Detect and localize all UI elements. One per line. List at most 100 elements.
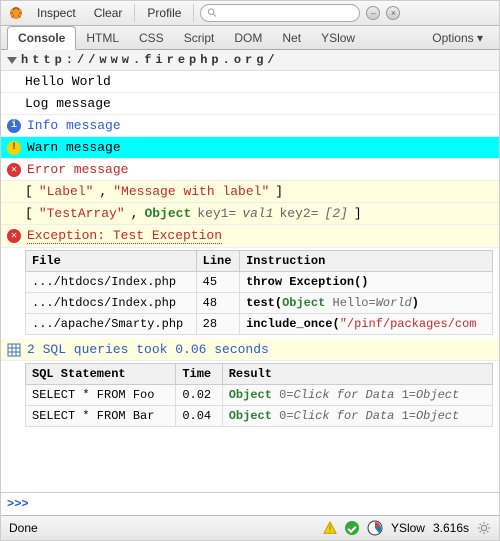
log-text: Log message: [25, 96, 111, 111]
key: key2=: [280, 206, 319, 221]
cell-file: .../htdocs/Index.php: [26, 293, 197, 314]
tab-bar: Console HTML CSS Script DOM Net YSlow Op…: [1, 26, 499, 50]
log-row-label[interactable]: [ "Label", "Message with label" ]: [1, 181, 499, 203]
cell-file: .../apache/Smarty.php: [26, 314, 197, 335]
cell-file: .../htdocs/Index.php: [26, 272, 197, 293]
search-input[interactable]: [218, 6, 353, 20]
cell-result[interactable]: Object 0=Click for Data 1=Object: [222, 385, 492, 406]
bracket: [: [25, 184, 33, 199]
cell-instr: test(Object Hello=World): [240, 293, 493, 314]
search-box[interactable]: [200, 4, 360, 22]
log-row-error[interactable]: ✕ Error message: [1, 159, 499, 181]
request-url-row[interactable]: http://www.firephp.org/: [1, 50, 499, 71]
cell-time: 0.02: [176, 385, 222, 406]
cell-stmt: SELECT * FROM Foo: [26, 385, 176, 406]
col-instruction: Instruction: [240, 251, 493, 272]
comma: ,: [99, 184, 107, 199]
status-bar: Done ! YSlow 3.616s: [1, 515, 499, 540]
table-header-row: SQL Statement Time Result: [26, 364, 493, 385]
tab-yslow[interactable]: YSlow: [311, 27, 365, 49]
bracket: ]: [354, 206, 362, 221]
tab-script[interactable]: Script: [174, 27, 225, 49]
col-file: File: [26, 251, 197, 272]
separator: [193, 4, 194, 22]
table-row[interactable]: SELECT * FROM Foo 0.02 Object 0=Click fo…: [26, 385, 493, 406]
cell-line: 48: [196, 293, 239, 314]
yslow-icon[interactable]: [367, 520, 383, 536]
toolbar: Inspect Clear Profile – ×: [1, 1, 499, 26]
log-row-exception[interactable]: ✕ Exception: Test Exception: [1, 225, 499, 248]
table-row[interactable]: .../apache/Smarty.php 28 include_once("/…: [26, 314, 493, 335]
comma: ,: [131, 206, 139, 221]
log-row-array[interactable]: [ "TestArray", Object key1= val1 key2= [2]…: [1, 203, 499, 225]
log-text: Hello World: [25, 74, 111, 89]
val: val1: [242, 206, 273, 221]
log-text: Error message: [27, 162, 128, 177]
yslow-label[interactable]: YSlow: [391, 521, 425, 535]
log-text: Warn message: [27, 140, 121, 155]
expand-toggle-icon[interactable]: [7, 57, 17, 64]
tab-html[interactable]: HTML: [76, 27, 129, 49]
object-label[interactable]: Object: [144, 206, 191, 221]
separator: [134, 4, 135, 22]
table-icon: [7, 343, 21, 357]
status-text: Done: [9, 521, 38, 535]
cell-result[interactable]: Object 0=Click for Data 1=Object: [222, 406, 492, 427]
options-menu[interactable]: Options ▾: [422, 27, 493, 49]
key: key1=: [197, 206, 236, 221]
sql-summary-text: 2 SQL queries took 0.06 seconds: [27, 342, 269, 357]
col-result: Result: [222, 364, 492, 385]
cell-line: 45: [196, 272, 239, 293]
tab-net[interactable]: Net: [272, 27, 311, 49]
load-time: 3.616s: [433, 521, 469, 535]
warn-icon: !: [7, 141, 21, 155]
log-row-warn[interactable]: ! Warn message: [1, 137, 499, 159]
cell-line: 28: [196, 314, 239, 335]
label-key: "Label": [39, 184, 94, 199]
tab-dom[interactable]: DOM: [224, 27, 272, 49]
array-name: "TestArray": [39, 206, 125, 221]
search-icon: [207, 7, 218, 19]
cell-instr: throw Exception(): [240, 272, 493, 293]
cell-instr: include_once("/pinf/packages/com: [240, 314, 493, 335]
log-row-info[interactable]: i Info message: [1, 115, 499, 137]
log-row[interactable]: Log message: [1, 93, 499, 115]
svg-text:!: !: [329, 525, 331, 534]
ok-icon[interactable]: [345, 521, 359, 535]
sql-summary-row[interactable]: 2 SQL queries took 0.06 seconds: [1, 339, 499, 361]
log-text: Info message: [27, 118, 121, 133]
profile-button[interactable]: Profile: [141, 4, 187, 22]
table-row[interactable]: .../htdocs/Index.php 48 test(Object Hell…: [26, 293, 493, 314]
bracket: ]: [275, 184, 283, 199]
stack-trace-table: File Line Instruction .../htdocs/Index.p…: [25, 250, 493, 335]
tab-console[interactable]: Console: [7, 26, 76, 50]
table-row[interactable]: .../htdocs/Index.php 45 throw Exception(…: [26, 272, 493, 293]
col-line: Line: [196, 251, 239, 272]
table-header-row: File Line Instruction: [26, 251, 493, 272]
sql-table: SQL Statement Time Result SELECT * FROM …: [25, 363, 493, 427]
console-prompt[interactable]: >>>: [1, 492, 499, 515]
gear-icon[interactable]: [477, 521, 491, 535]
request-url: http://www.firephp.org/: [21, 53, 279, 67]
clear-button[interactable]: Clear: [88, 4, 129, 22]
minimize-button[interactable]: –: [366, 6, 380, 20]
warning-icon[interactable]: !: [323, 521, 337, 535]
bracket: [: [25, 206, 33, 221]
close-button[interactable]: ×: [386, 6, 400, 20]
tab-css[interactable]: CSS: [129, 27, 174, 49]
console-panel: http://www.firephp.org/ Hello World Log …: [1, 50, 499, 492]
table-row[interactable]: SELECT * FROM Bar 0.04 Object 0=Click fo…: [26, 406, 493, 427]
inspect-button[interactable]: Inspect: [31, 4, 82, 22]
error-icon: ✕: [7, 229, 21, 243]
exception-text[interactable]: Exception: Test Exception: [27, 228, 222, 244]
col-time: Time: [176, 364, 222, 385]
val: [2]: [325, 206, 348, 221]
firebug-icon: [7, 4, 25, 22]
cell-stmt: SELECT * FROM Bar: [26, 406, 176, 427]
col-statement: SQL Statement: [26, 364, 176, 385]
error-icon: ✕: [7, 163, 21, 177]
info-icon: i: [7, 119, 21, 133]
log-row[interactable]: Hello World: [1, 71, 499, 93]
label-msg: "Message with label": [113, 184, 269, 199]
cell-time: 0.04: [176, 406, 222, 427]
